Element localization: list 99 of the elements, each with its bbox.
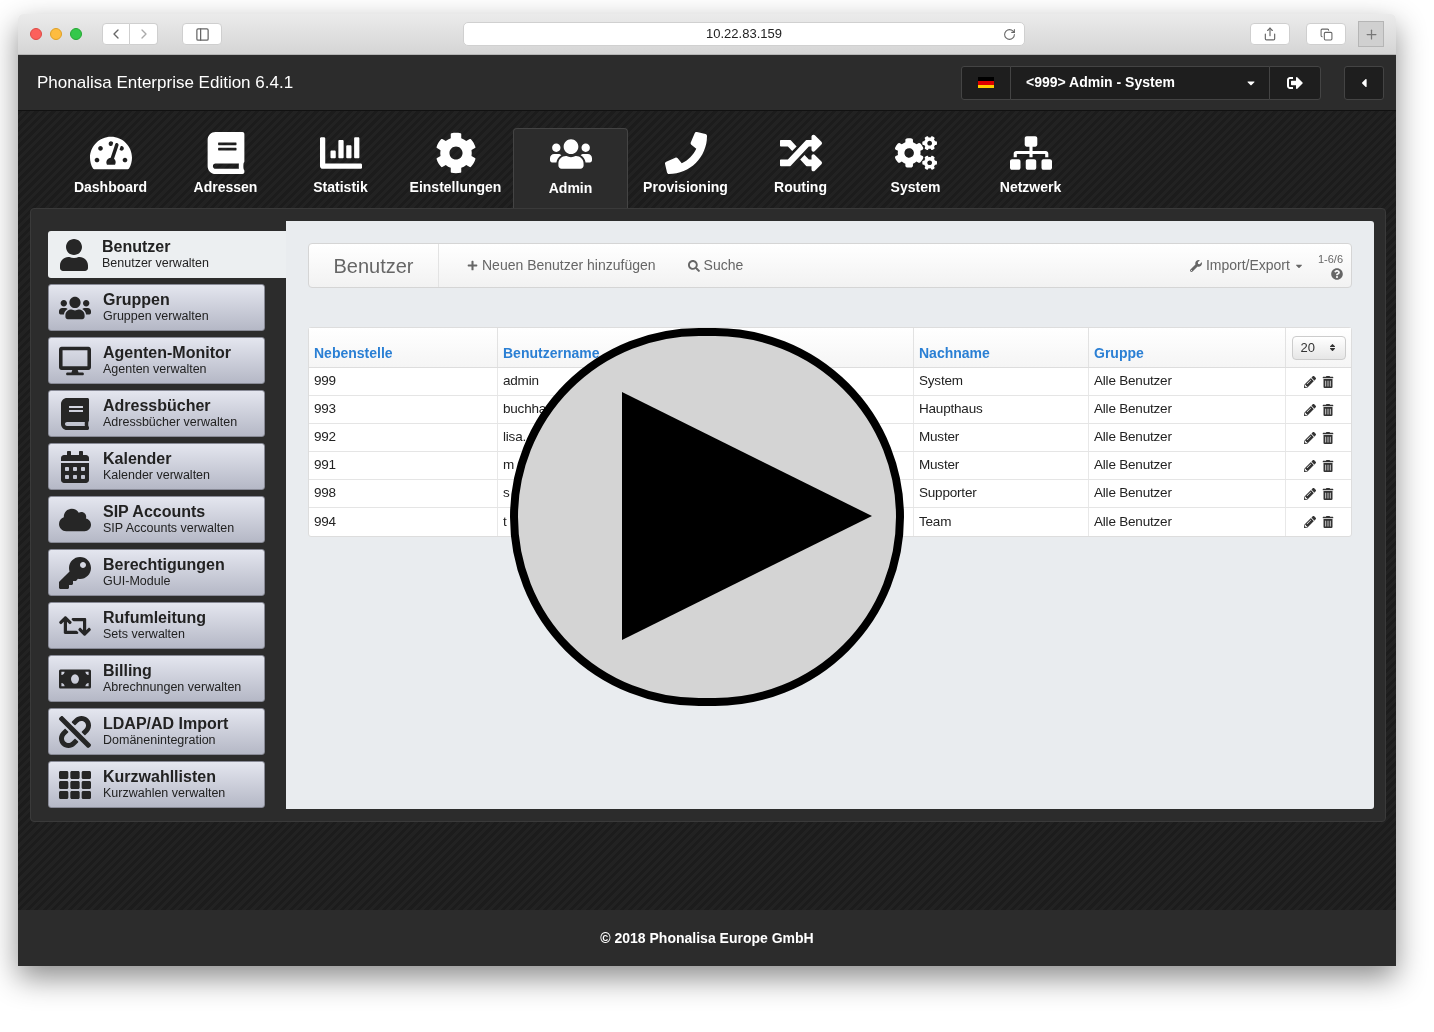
delete-icon[interactable] — [1321, 375, 1334, 388]
sidebar-icon — [194, 26, 210, 42]
table-cell-text: Alle Benutzer — [1094, 372, 1172, 391]
nav-tab[interactable]: Admin — [513, 128, 628, 208]
nav-tab[interactable]: System — [858, 128, 973, 208]
gear-icon — [434, 132, 477, 174]
edit-icon[interactable] — [1303, 403, 1316, 416]
table-cell-text: Alle Benutzer — [1094, 400, 1172, 419]
book-icon — [59, 397, 91, 430]
wrench-icon — [1189, 259, 1202, 272]
sidebar-item[interactable]: Kurzwahllisten Kurzwahlen verwalten — [48, 761, 265, 808]
sidebar-item[interactable]: Kalender Kalender verwalten — [48, 443, 265, 490]
plus-icon — [1363, 26, 1379, 42]
table-cell-text: lisa. — [503, 428, 526, 447]
table-cell-text: 992 — [314, 428, 336, 447]
table-cell-text: Alle Benutzer — [1094, 484, 1172, 503]
tabs-icon — [1319, 27, 1333, 41]
table-cell-text: Muster — [919, 428, 960, 447]
sidebar-item[interactable]: Billing Abrechnungen verwalten — [48, 655, 265, 702]
delete-icon[interactable] — [1321, 459, 1334, 472]
import-export-button[interactable]: Import/Export — [1189, 255, 1304, 276]
table-cell-text: 994 — [314, 512, 336, 531]
delete-icon[interactable] — [1321, 487, 1334, 500]
edit-icon[interactable] — [1303, 431, 1316, 444]
sidebar-item[interactable]: Benutzer Benutzer verwalten — [48, 231, 286, 278]
table-cell-text: 991 — [314, 456, 336, 475]
search-button[interactable]: Suche — [687, 255, 744, 276]
table-cell-text: System — [919, 372, 963, 391]
table-cell-text: Alle Benutzer — [1094, 512, 1172, 531]
column-header[interactable]: Nebenstelle — [314, 345, 393, 361]
column-header[interactable]: Nachname — [919, 345, 990, 361]
add-user-button[interactable]: Neuen Benutzer hinzufügen — [467, 255, 656, 276]
table-cell-text: Alle Benutzer — [1094, 456, 1172, 475]
table-cell-text: admin — [503, 372, 539, 391]
share-button[interactable] — [1250, 23, 1290, 45]
sidebar-item[interactable]: SIP Accounts SIP Accounts verwalten — [48, 496, 265, 543]
phone-icon — [664, 132, 707, 174]
logout-button[interactable] — [1269, 65, 1321, 100]
nav-tab[interactable]: Adressen — [168, 128, 283, 208]
table-cell-text: 999 — [314, 372, 336, 391]
table-cell-text: buchha — [503, 400, 547, 419]
tabs-button[interactable] — [1306, 23, 1346, 45]
new-tab-button[interactable] — [1358, 21, 1384, 47]
logout-icon — [1287, 74, 1303, 91]
broken-link-icon — [59, 715, 91, 748]
help-icon[interactable] — [1331, 267, 1343, 280]
edit-icon[interactable] — [1303, 375, 1316, 388]
sidebar-toggle-button[interactable] — [182, 23, 222, 45]
sidebar-item[interactable]: Berechtigungen GUI-Module — [48, 549, 265, 596]
delete-icon[interactable] — [1321, 403, 1334, 416]
table-cell-text: 993 — [314, 400, 336, 419]
nav-tab[interactable]: Einstellungen — [398, 128, 513, 208]
play-icon — [622, 392, 872, 642]
nav-tab[interactable]: Provisioning — [628, 128, 743, 208]
record-range: 1-6/6 — [1317, 252, 1343, 268]
delete-icon[interactable] — [1321, 516, 1334, 528]
sidebar-item[interactable]: Rufumleitung Sets verwalten — [48, 602, 265, 649]
calendar-icon — [59, 450, 91, 483]
edit-icon[interactable] — [1303, 459, 1316, 472]
key-icon — [59, 556, 91, 589]
page-title: Benutzer — [309, 244, 439, 287]
nav-tab[interactable]: Statistik — [283, 128, 398, 208]
shuffle-icon — [779, 132, 822, 174]
page-size-select[interactable]: 20 — [1291, 335, 1346, 360]
table-cell-text: m — [503, 456, 515, 475]
sidebar-item[interactable]: LDAP/AD Import Domänenintegration — [48, 708, 265, 755]
column-header[interactable]: Gruppe — [1094, 345, 1144, 361]
table-cell-text: Supporter — [919, 484, 977, 503]
delete-icon[interactable] — [1321, 431, 1334, 444]
grid-icon — [59, 768, 91, 801]
nav-tab[interactable]: Routing — [743, 128, 858, 208]
sidebar-item[interactable]: Agenten-Monitor Agenten verwalten — [48, 337, 265, 384]
table-cell-text: Alle Benutzer — [1094, 428, 1172, 447]
table-cell-text: 998 — [314, 484, 336, 503]
table-cell-text: Haupthaus — [919, 400, 983, 419]
table-cell-text: t — [503, 512, 507, 531]
table-cell-text: Muster — [919, 456, 960, 475]
sidebar-item[interactable]: Gruppen Gruppen verwalten — [48, 284, 265, 331]
nav-tab[interactable]: Netzwerk — [973, 128, 1088, 208]
reload-icon[interactable] — [1003, 28, 1016, 41]
user-dropdown[interactable]: <999> Admin - System — [1011, 65, 1269, 100]
monitor-icon — [59, 344, 91, 377]
table-cell-text: Team — [919, 512, 952, 531]
edit-icon[interactable] — [1303, 487, 1316, 500]
nav-tab[interactable]: Dashboard — [53, 128, 168, 208]
copyright-text: © 2018 Phonalisa Europe GmbH — [600, 928, 814, 948]
address-bar[interactable]: 10.22.83.159 — [463, 22, 1025, 46]
share-icon — [1263, 27, 1277, 41]
table-cell-text: s — [503, 484, 510, 503]
language-button[interactable] — [961, 65, 1011, 100]
german-flag-icon — [978, 77, 994, 88]
sort-arrows-icon — [1327, 343, 1337, 352]
sidebar-item[interactable]: Adressbücher Adressbücher verwalten — [48, 390, 265, 437]
search-icon — [687, 259, 700, 272]
app-title: Phonalisa Enterprise Edition 6.4.1 — [37, 71, 294, 94]
plus-icon — [467, 260, 478, 271]
user-icon — [58, 238, 90, 271]
column-header[interactable]: Benutzername — [503, 345, 600, 361]
edit-icon[interactable] — [1303, 516, 1316, 528]
